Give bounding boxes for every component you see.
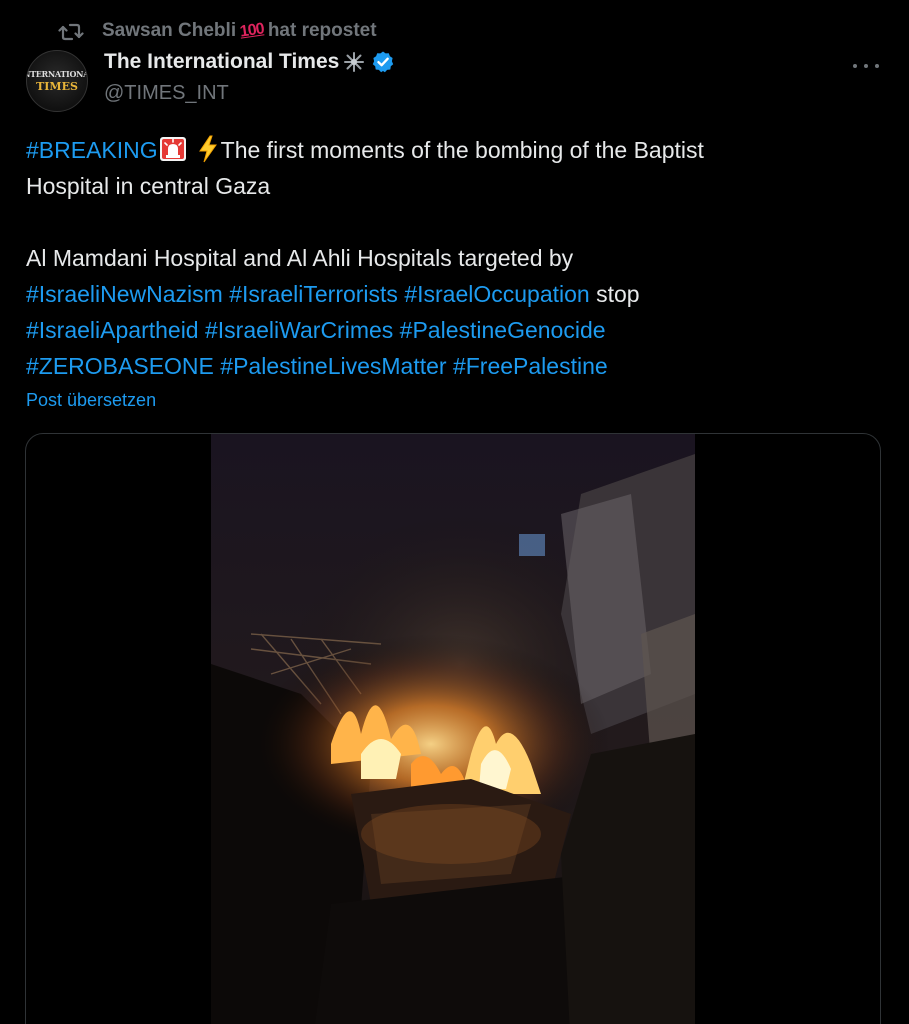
siren-emoji: [159, 137, 186, 161]
more-dot: [853, 64, 857, 68]
tweet-line-1: #BREAKING The first moments of the bombi…: [26, 132, 876, 168]
repost-icon: [58, 23, 84, 41]
author-name-row[interactable]: The International Times: [104, 50, 395, 74]
tweet-line-6: #ZEROBASEONE #PalestineLivesMatter #Free…: [26, 348, 876, 384]
avatar[interactable]: INTERNATIONAL TIMES: [26, 50, 88, 112]
repost-user[interactable]: Sawsan Chebli: [102, 20, 236, 42]
translate-post-link[interactable]: Post übersetzen: [26, 390, 156, 411]
more-dot: [875, 64, 879, 68]
more-icon[interactable]: [853, 56, 879, 76]
hashtag-breaking[interactable]: #BREAKING: [26, 137, 158, 163]
more-dot: [864, 64, 868, 68]
tweet-line-3: Al Mamdani Hospital and Al Ahli Hospital…: [26, 245, 574, 271]
lightning-emoji: [198, 135, 217, 163]
repost-suffix: hat repostet: [267, 20, 377, 41]
video-frame: [211, 434, 695, 1024]
hashtag-link[interactable]: #IsraeliWarCrimes: [205, 317, 393, 343]
hashtag-link[interactable]: #IsraeliApartheid: [26, 317, 199, 343]
author-handle[interactable]: @TIMES_INT: [104, 82, 229, 105]
hashtag-link[interactable]: #IsraeliTerrorists: [229, 281, 398, 307]
star-icon: [344, 52, 365, 72]
avatar-line2: TIMES: [36, 80, 78, 93]
tweet-line-5: #IsraeliApartheid #IsraeliWarCrimes #Pal…: [26, 312, 876, 348]
tweet-line4-text: stop: [596, 281, 640, 307]
avatar-line1: INTERNATIONAL: [27, 69, 87, 79]
hashtag-link[interactable]: #PalestineGenocide: [400, 317, 606, 343]
tweet-line-2: Hospital in central Gaza: [26, 173, 271, 199]
tweet-container[interactable]: Sawsan Chebli 100 hat repostet INTERNATI…: [0, 0, 909, 1024]
media-container[interactable]: [25, 433, 881, 1024]
hashtag-link[interactable]: #IsraeliNewNazism: [26, 281, 223, 307]
tweet-text: #BREAKING The first moments of the bombi…: [26, 132, 876, 384]
verified-badge-icon: [373, 51, 394, 73]
video-player[interactable]: [211, 434, 695, 1024]
hashtag-link[interactable]: #PalestineLivesMatter: [220, 353, 446, 379]
repost-header[interactable]: Sawsan Chebli 100 hat repostet: [58, 18, 377, 44]
author-name[interactable]: The International Times: [104, 50, 339, 74]
tweet-line-4: #IsraeliNewNazism #IsraeliTerrorists #Is…: [26, 276, 876, 312]
hashtag-link[interactable]: #ZEROBASEONE: [26, 353, 214, 379]
tweet-line1-text: The first moments of the bombing of the …: [220, 137, 704, 163]
hashtag-link[interactable]: #IsraelOccupation: [404, 281, 589, 307]
hundred-emoji: 100: [238, 20, 265, 41]
hashtag-link[interactable]: #FreePalestine: [453, 353, 608, 379]
